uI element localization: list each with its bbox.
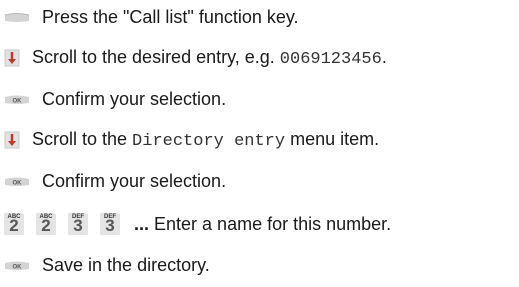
step-4-text: Scroll to the Directory entry menu item. [32,129,379,151]
ok-key-icon: OK [4,258,30,272]
step-5: OK Confirm your selection. [4,168,226,194]
step-3: OK Confirm your selection. [4,86,226,112]
step-6: ABC 2 ABC 2 DEF 3 DEF 3 ... Enter a name… [4,211,391,237]
step-6-instruction: Enter a name for this number. [149,213,392,234]
keypad-keys-icon: ABC 2 ABC 2 DEF 3 DEF 3 [4,213,132,235]
ok-key-label: OK [13,99,23,105]
ellipsis: ... [134,213,150,234]
step-1-text: Press the "Call list" function key. [42,6,299,27]
key-2-icon: ABC 2 [4,213,24,235]
key-digit: 3 [73,216,83,235]
menu-item-name: Directory entry [132,132,286,151]
step-7: OK Save in the directory. [4,252,210,278]
step-2-text-before: Scroll to the desired entry, e.g. [32,47,280,67]
step-3-text: Confirm your selection. [42,88,227,109]
step-2-text: Scroll to the desired entry, e.g. 006912… [32,47,387,69]
step-7-text: Save in the directory. [42,254,210,275]
key-3-icon: DEF 3 [68,213,88,235]
key-digit: 3 [105,216,115,235]
ok-key-icon: OK [4,174,30,188]
key-digit: 2 [41,216,51,235]
ok-key-icon: OK [4,92,30,106]
step-4: Scroll to the Directory entry menu item. [4,127,379,153]
key-3-icon: DEF 3 [100,213,120,235]
ok-key-label: OK [13,181,23,187]
step-6-text: ... Enter a name for this number. [134,214,391,235]
step-4-text-before: Scroll to the [32,129,133,149]
function-key-icon [4,10,30,24]
step-4-text-after: menu item. [285,129,380,149]
scroll-arrow-icon [4,131,20,149]
step-2-text-after: . [381,47,387,67]
step-1: Press the "Call list" function key. [4,4,299,30]
step-2: Scroll to the desired entry, e.g. 006912… [4,45,387,71]
ok-key-label: OK [13,265,23,271]
scroll-arrow-icon [4,49,20,67]
example-number: 0069123456 [279,50,382,69]
key-2-icon: ABC 2 [36,213,56,235]
key-digit: 2 [9,216,19,235]
step-5-text: Confirm your selection. [42,170,227,191]
